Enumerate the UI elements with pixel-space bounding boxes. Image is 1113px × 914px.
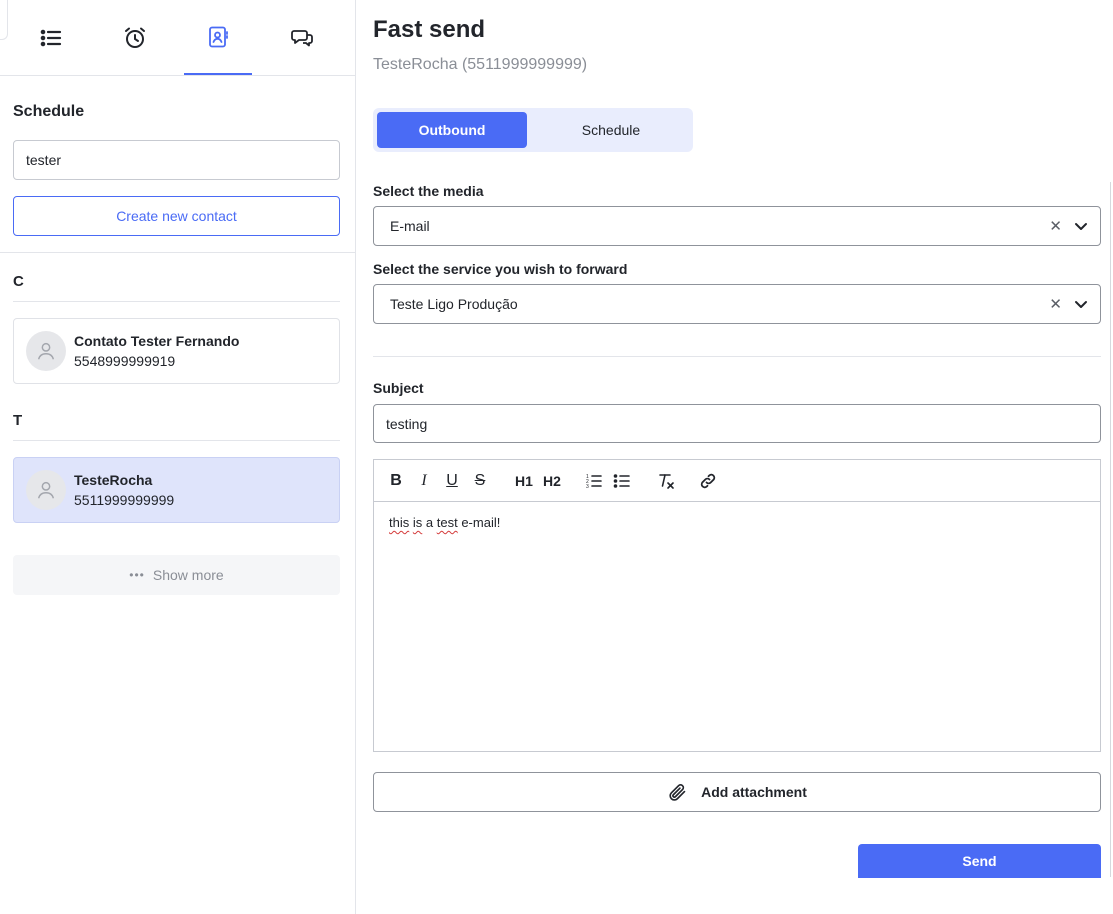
- user-icon: [37, 342, 55, 360]
- tab-contacts[interactable]: [184, 0, 252, 75]
- send-button[interactable]: Send: [858, 844, 1101, 878]
- user-icon: [37, 481, 55, 499]
- contact-phone: 5511999999999: [74, 492, 175, 508]
- list-icon: [40, 29, 62, 46]
- ordered-list-icon: 1 2 3: [586, 474, 602, 490]
- bullet-list-button[interactable]: [611, 470, 633, 492]
- show-more-label: Show more: [152, 567, 224, 583]
- sidebar: Schedule Create new contact C Contato Te…: [0, 0, 356, 914]
- contact-name: Contato Tester Fernando: [74, 333, 240, 349]
- group-divider: [13, 301, 340, 302]
- bullet-list-icon: [613, 474, 630, 488]
- clear-icon[interactable]: ✕: [1049, 295, 1062, 313]
- add-attachment-label: Add attachment: [701, 784, 807, 800]
- link-icon: [700, 473, 716, 489]
- sidebar-tabs: [0, 0, 356, 76]
- tab-list[interactable]: [17, 0, 85, 75]
- more-dots-icon: •••: [129, 568, 145, 582]
- editor-word: test: [436, 515, 458, 530]
- group-letter-t: T: [13, 412, 23, 429]
- divider: [373, 356, 1101, 357]
- heading1-button[interactable]: H1: [511, 470, 537, 492]
- toggle-outbound[interactable]: Outbound: [377, 112, 527, 148]
- contact-search-input[interactable]: [13, 140, 340, 180]
- editor-content[interactable]: this is a test e-mail!: [389, 515, 500, 530]
- contact-name: TesteRocha: [74, 472, 153, 488]
- add-attachment-button[interactable]: Add attachment: [373, 772, 1101, 812]
- avatar: [26, 331, 66, 371]
- chat-bubbles-icon: [291, 29, 313, 46]
- bold-button[interactable]: B: [385, 470, 407, 492]
- contacts-book-icon: [209, 26, 228, 47]
- page-title: Fast send: [373, 16, 486, 43]
- editor-word: this: [389, 515, 410, 530]
- link-button[interactable]: [697, 470, 719, 492]
- contact-card[interactable]: Contato Tester Fernando 5548999999919: [13, 318, 340, 384]
- media-select-value: E-mail: [390, 218, 430, 234]
- clear-icon[interactable]: ✕: [1049, 217, 1062, 235]
- service-select-value: Teste Ligo Produção: [390, 296, 518, 312]
- editor-word: is: [412, 515, 423, 530]
- page-subtitle: TesteRocha (5511999999999): [373, 56, 588, 73]
- editor-toolbar: B I U S H1 H2 1 2 3: [374, 460, 1100, 502]
- rich-text-editor: B I U S H1 H2 1 2 3 this is a test e-mai…: [373, 459, 1101, 752]
- media-select[interactable]: E-mail ✕: [373, 206, 1101, 246]
- service-label: Select the service you wish to forward: [373, 261, 628, 277]
- group-divider: [13, 440, 340, 441]
- editor-word: a: [425, 515, 434, 530]
- subject-input[interactable]: [373, 404, 1101, 443]
- sidebar-title: Schedule: [13, 103, 85, 120]
- show-more-button[interactable]: ••• Show more: [13, 555, 340, 595]
- clear-format-button[interactable]: [655, 470, 677, 492]
- contact-card-selected[interactable]: TesteRocha 5511999999999: [13, 457, 340, 523]
- chevron-down-icon[interactable]: [1074, 297, 1088, 311]
- chevron-down-icon[interactable]: [1074, 219, 1088, 233]
- alarm-clock-icon: [125, 27, 145, 48]
- create-contact-button[interactable]: Create new contact: [13, 196, 340, 236]
- mode-toggle: Outbound Schedule: [373, 108, 693, 152]
- media-label: Select the media: [373, 183, 484, 199]
- heading2-button[interactable]: H2: [539, 470, 565, 492]
- toggle-schedule[interactable]: Schedule: [533, 112, 689, 148]
- subject-label: Subject: [373, 380, 424, 396]
- service-select[interactable]: Teste Ligo Produção ✕: [373, 284, 1101, 324]
- strikethrough-button[interactable]: S: [469, 470, 491, 492]
- group-letter-c: C: [13, 273, 24, 290]
- scrollbar[interactable]: [1110, 182, 1111, 877]
- ordered-list-button[interactable]: 1 2 3: [583, 470, 605, 492]
- tab-alarm[interactable]: [101, 0, 169, 75]
- divider: [0, 252, 356, 253]
- avatar: [26, 470, 66, 510]
- editor-word: e-mail!: [461, 515, 501, 530]
- underline-button[interactable]: U: [441, 470, 463, 492]
- clear-format-icon: [659, 474, 674, 489]
- svg-text:3: 3: [586, 484, 589, 490]
- tab-chat[interactable]: [268, 0, 336, 75]
- italic-button[interactable]: I: [413, 470, 435, 492]
- contact-phone: 5548999999919: [74, 353, 176, 369]
- paperclip-icon: [669, 784, 686, 801]
